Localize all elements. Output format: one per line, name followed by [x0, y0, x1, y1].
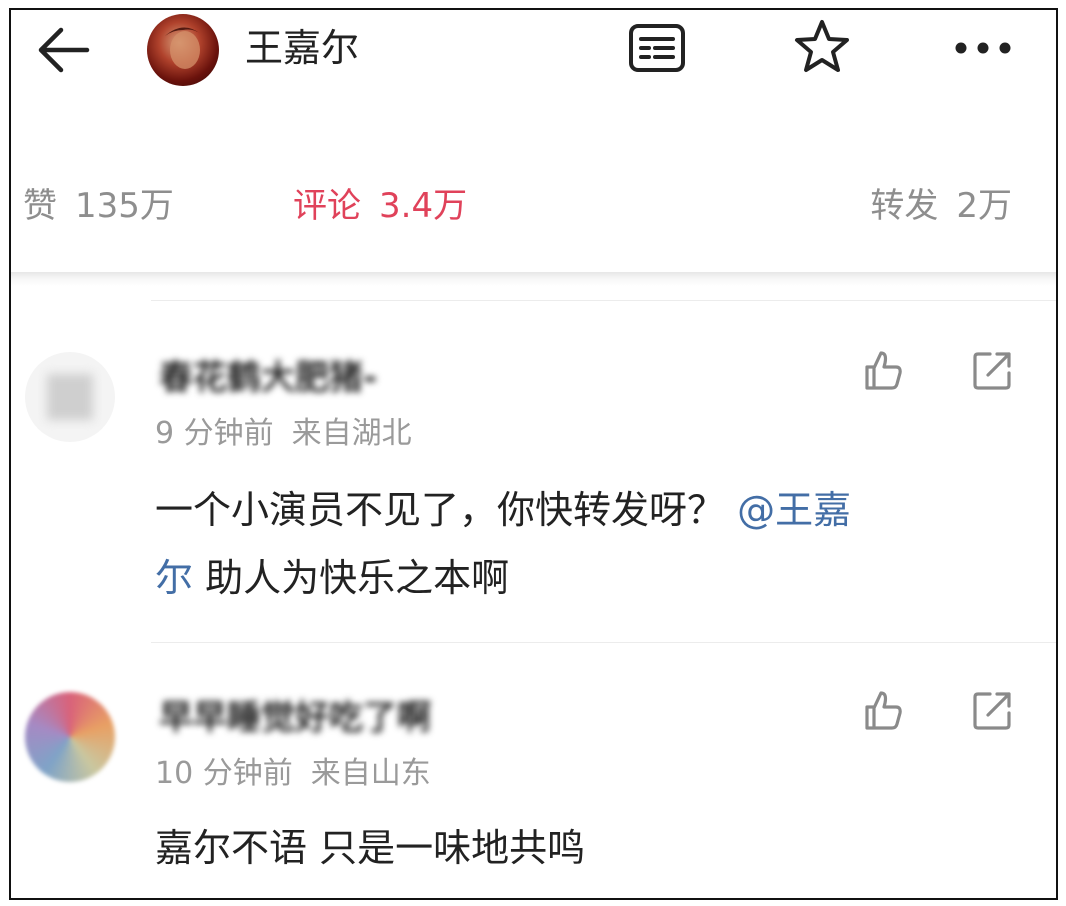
tab-reposts[interactable]: 转发 2万	[870, 170, 1012, 242]
reposts-count: 2万	[956, 186, 1012, 226]
comment-text-line2: 助人为快乐之本啊	[205, 556, 510, 600]
comment-text: 一个小演员不见了，你快转发呀？ @王嘉尔 助人为快乐之本啊	[155, 476, 1025, 612]
comments-count: 3.4万	[379, 186, 468, 226]
mention-part1: @王嘉	[737, 488, 852, 532]
tab-comments[interactable]: 评论 3.4万	[293, 170, 467, 242]
comment-item: 春花鹤大肥猪- 9 分钟前 来自湖北 一个小演员不见了，你快转发呀？ @王嘉尔 助…	[11, 310, 1056, 640]
list-menu-icon[interactable]	[627, 22, 687, 74]
comment-location: 来自湖北	[291, 416, 412, 451]
back-arrow-icon[interactable]	[29, 22, 97, 78]
profile-avatar[interactable]	[147, 14, 219, 86]
share-icon[interactable]	[971, 348, 1015, 392]
likes-label: 赞	[23, 186, 57, 226]
stats-bar: 赞 135万 评论 3.4万 转发 2万	[11, 170, 1056, 242]
commenter-name[interactable]: 早早睡觉好吃了啊	[159, 690, 431, 739]
comment-meta: 9 分钟前 来自湖北	[155, 408, 412, 452]
tab-likes[interactable]: 赞 135万	[23, 170, 174, 242]
commenter-avatar[interactable]	[25, 692, 115, 782]
thumbs-up-icon[interactable]	[861, 688, 905, 732]
thumbs-up-icon[interactable]	[861, 348, 905, 392]
comment-time: 9 分钟前	[155, 416, 274, 451]
comments-label: 评论	[293, 186, 361, 226]
comment-meta: 10 分钟前 来自山东	[155, 748, 431, 792]
page-title: 王嘉尔	[245, 26, 360, 70]
comment-text: 嘉尔不语 只是一味地共鸣	[155, 826, 586, 870]
star-icon[interactable]	[791, 16, 853, 78]
more-icon[interactable]	[951, 38, 1015, 58]
commenter-avatar[interactable]	[25, 352, 115, 442]
mention-part2: 尔	[155, 556, 194, 600]
comment-location: 来自山东	[310, 756, 431, 791]
app-frame: 王嘉尔 赞 135万 评论 3.4万 转发 2万 春花鹤大肥猪- 9 分钟前 来…	[9, 8, 1058, 900]
avatar-face-icon	[165, 27, 201, 69]
divider	[151, 642, 1056, 643]
share-icon[interactable]	[971, 688, 1015, 732]
comment-text-line1: 一个小演员不见了，你快转发呀？	[155, 488, 726, 532]
divider	[151, 300, 1056, 301]
comment-time: 10 分钟前	[155, 756, 293, 791]
section-shadow	[11, 272, 1056, 286]
comment-item: 早早睡觉好吃了啊 10 分钟前 来自山东 嘉尔不语 只是一味地共鸣	[11, 650, 1056, 898]
top-nav-bar: 王嘉尔	[11, 10, 1056, 90]
commenter-name[interactable]: 春花鹤大肥猪-	[159, 350, 377, 399]
reposts-label: 转发	[870, 186, 939, 226]
likes-count: 135万	[75, 186, 174, 226]
